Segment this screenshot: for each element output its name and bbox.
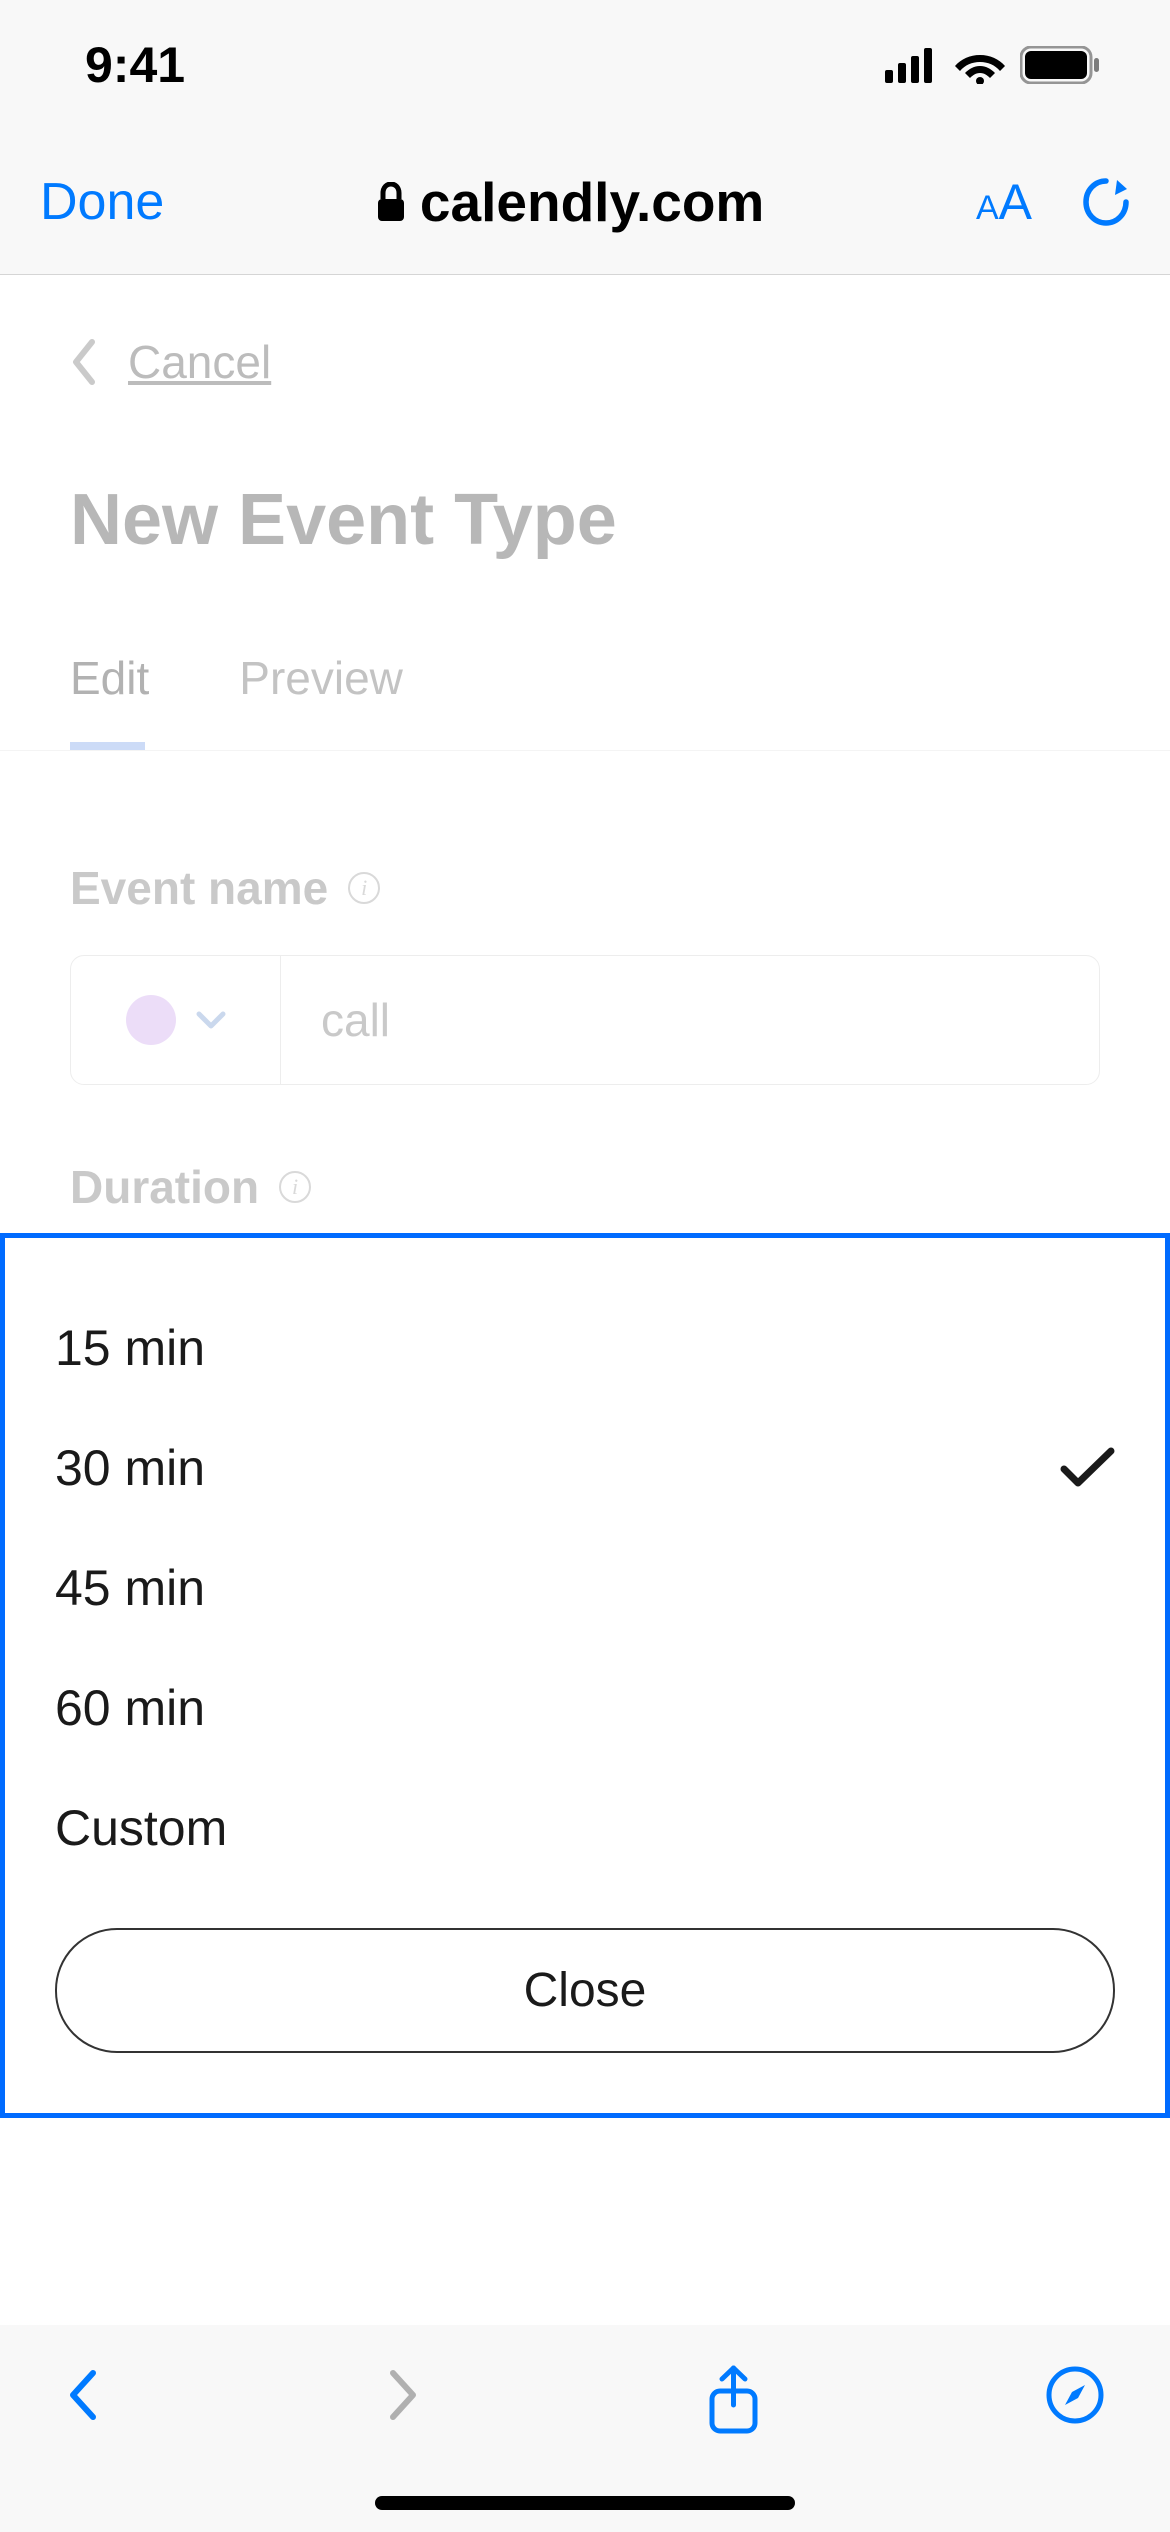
cellular-icon <box>885 48 940 83</box>
info-icon[interactable]: i <box>279 1171 311 1203</box>
back-icon[interactable] <box>70 338 98 386</box>
picker-option-label: 15 min <box>55 1319 205 1377</box>
event-name-label: Event name <box>70 861 328 915</box>
tab-preview[interactable]: Preview <box>239 651 403 705</box>
picker-option-label: 60 min <box>55 1679 205 1737</box>
picker-option-60min[interactable]: 60 min <box>55 1648 1115 1768</box>
battery-icon <box>1020 46 1100 84</box>
back-icon[interactable] <box>65 2365 101 2425</box>
picker-option-30min[interactable]: 30 min <box>55 1408 1115 1528</box>
duration-label: Duration <box>70 1160 259 1214</box>
cancel-link[interactable]: Cancel <box>128 335 271 389</box>
done-button[interactable]: Done <box>40 172 164 232</box>
event-color-picker[interactable] <box>71 956 281 1084</box>
picker-option-label: Custom <box>55 1799 227 1857</box>
status-icons <box>885 46 1100 84</box>
tab-edit[interactable]: Edit <box>70 651 149 705</box>
forward-icon <box>385 2365 421 2425</box>
close-button[interactable]: Close <box>55 1928 1115 2053</box>
event-name-input[interactable]: call <box>281 956 1099 1084</box>
status-time: 9:41 <box>85 36 185 94</box>
home-indicator[interactable] <box>375 2496 795 2510</box>
picker-option-label: 30 min <box>55 1439 205 1497</box>
browser-toolbar <box>0 2325 1170 2532</box>
duration-picker-panel: 15 min 30 min 45 min 60 min Custom Close <box>0 1233 1170 2118</box>
share-icon[interactable] <box>706 2365 761 2435</box>
safari-icon[interactable] <box>1045 2365 1105 2425</box>
picker-option-label: 45 min <box>55 1559 205 1617</box>
event-name-field: call <box>70 955 1100 1085</box>
chevron-down-icon <box>196 1011 226 1029</box>
page-title: New Event Type <box>70 479 1100 561</box>
status-bar: 9:41 <box>0 0 1170 130</box>
url-text: calendly.com <box>420 170 764 234</box>
lock-icon <box>376 182 406 222</box>
info-icon[interactable]: i <box>348 872 380 904</box>
picker-option-custom[interactable]: Custom <box>55 1768 1115 1888</box>
picker-option-45min[interactable]: 45 min <box>55 1528 1115 1648</box>
browser-chrome: Done calendly.com AA <box>0 130 1170 275</box>
address-bar[interactable]: calendly.com <box>376 170 764 234</box>
page-content: Cancel New Event Type Edit Preview Event… <box>0 275 1170 2325</box>
picker-option-15min[interactable]: 15 min <box>55 1288 1115 1408</box>
tabs: Edit Preview <box>70 651 1100 750</box>
wifi-icon <box>955 46 1005 84</box>
checkmark-icon <box>1060 1447 1115 1489</box>
reload-icon[interactable] <box>1082 175 1130 229</box>
color-swatch <box>126 995 176 1045</box>
text-size-button[interactable]: AA <box>976 173 1032 231</box>
